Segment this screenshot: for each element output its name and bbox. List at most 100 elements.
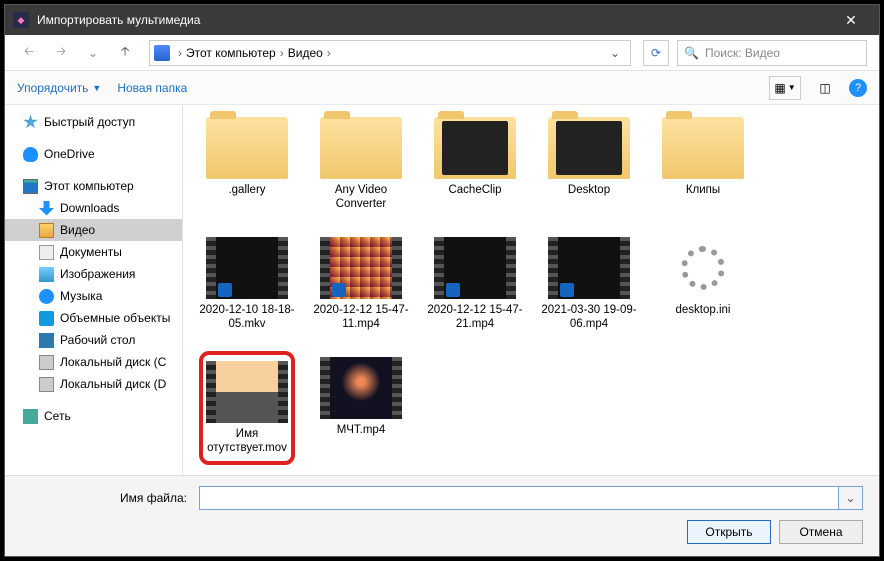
filename-input[interactable] <box>199 486 839 510</box>
file-name: 2020-12-12 15-47-11.mp4 <box>313 303 409 331</box>
help-button[interactable]: ? <box>849 79 867 97</box>
open-button[interactable]: Открыть <box>687 520 771 544</box>
button-row: Открыть Отмена <box>21 520 863 544</box>
file-name: CacheClip <box>448 183 501 197</box>
breadcrumb-dropdown[interactable]: ⌄ <box>604 46 626 60</box>
file-item[interactable]: Desktop <box>541 117 637 211</box>
nav-row: 🡠 🡢 ⌄ 🡡 › Этот компьютер › Видео › ⌄ ⟳ 🔍… <box>5 35 879 71</box>
sidebar-video[interactable]: Видео <box>5 219 182 241</box>
document-icon <box>39 245 54 260</box>
sidebar-network[interactable]: Сеть <box>5 405 182 427</box>
filename-dropdown[interactable]: ⌄ <box>839 486 863 510</box>
window-title: Импортировать мультимедиа <box>37 13 831 27</box>
file-name: .gallery <box>228 183 265 197</box>
file-item[interactable]: 2020-12-12 15-47-11.mp4 <box>313 237 409 331</box>
star-icon <box>23 115 38 130</box>
video-thumbnail <box>320 357 402 419</box>
breadcrumb-folder[interactable]: Видео <box>288 46 323 60</box>
file-name: 2021-03-30 19-09-06.mp4 <box>541 303 637 331</box>
file-item[interactable]: 2021-03-30 19-09-06.mp4 <box>541 237 637 331</box>
search-input[interactable]: 🔍 Поиск: Видео <box>677 40 867 66</box>
video-icon <box>39 223 54 238</box>
folder-icon <box>320 117 402 179</box>
download-icon <box>39 201 54 216</box>
file-name: МЧТ.mp4 <box>337 423 385 437</box>
folder-icon <box>548 117 630 179</box>
desktop-icon <box>39 333 54 348</box>
file-name: desktop.ini <box>676 303 731 317</box>
folder-icon <box>434 117 516 179</box>
file-item[interactable]: Клипы <box>655 117 751 211</box>
file-name: Клипы <box>686 183 720 197</box>
file-item[interactable]: .gallery <box>199 117 295 211</box>
file-name: Имя отутствует.mov <box>207 427 287 455</box>
preview-pane-button[interactable]: ◫ <box>809 76 841 100</box>
video-thumbnail <box>434 237 516 299</box>
footer: Имя файла: ⌄ Открыть Отмена <box>5 475 879 556</box>
file-item[interactable]: CacheClip <box>427 117 523 211</box>
file-name: Desktop <box>568 183 610 197</box>
file-name: Any Video Converter <box>313 183 409 211</box>
video-thumbnail <box>206 361 288 423</box>
video-folder-icon <box>154 45 170 61</box>
chevron-right-icon: › <box>174 46 186 60</box>
video-thumbnail <box>320 237 402 299</box>
file-item[interactable]: 2020-12-12 15-47-21.mp4 <box>427 237 523 331</box>
video-thumbnail <box>206 237 288 299</box>
disk-icon <box>39 377 54 392</box>
sidebar-disk-c[interactable]: Локальный диск (C <box>5 351 182 373</box>
file-item[interactable]: desktop.ini <box>655 237 751 331</box>
sidebar-quick-access[interactable]: Быстрый доступ <box>5 111 182 133</box>
chevron-right-icon: › <box>323 46 335 60</box>
sidebar-disk-d[interactable]: Локальный диск (D <box>5 373 182 395</box>
cloud-icon <box>23 147 38 162</box>
file-dialog: ◆ Импортировать мультимедиа ✕ 🡠 🡢 ⌄ 🡡 › … <box>4 4 880 557</box>
titlebar: ◆ Импортировать мультимедиа ✕ <box>5 5 879 35</box>
file-grid[interactable]: .gallery Any Video Converter CacheClip Desk… <box>183 105 879 475</box>
chevron-down-icon: ▼ <box>92 83 101 93</box>
new-folder-button[interactable]: Новая папка <box>117 81 187 95</box>
gear-icon <box>662 237 744 299</box>
folder-icon <box>662 117 744 179</box>
organize-button[interactable]: Упорядочить ▼ <box>17 81 101 95</box>
folder-icon <box>206 117 288 179</box>
forward-button[interactable]: 🡢 <box>49 41 73 65</box>
view-mode-button[interactable]: ▦ ▼ <box>769 76 801 100</box>
image-icon <box>39 267 54 282</box>
back-button[interactable]: 🡠 <box>17 41 41 65</box>
app-icon: ◆ <box>13 12 29 28</box>
music-icon <box>39 289 54 304</box>
up-button[interactable]: 🡡 <box>113 41 137 65</box>
sidebar-desktop[interactable]: Рабочий стол <box>5 329 182 351</box>
refresh-button[interactable]: ⟳ <box>643 40 669 66</box>
network-icon <box>23 409 38 424</box>
toolbar: Упорядочить ▼ Новая папка ▦ ▼ ◫ ? <box>5 71 879 105</box>
search-placeholder: Поиск: Видео <box>705 46 780 60</box>
sidebar-onedrive[interactable]: OneDrive <box>5 143 182 165</box>
file-item[interactable]: 2020-12-10 18-18-05.mkv <box>199 237 295 331</box>
video-thumbnail <box>548 237 630 299</box>
filename-label: Имя файла: <box>21 491 191 505</box>
sidebar-this-pc[interactable]: Этот компьютер <box>5 175 182 197</box>
recent-dropdown[interactable]: ⌄ <box>81 41 105 65</box>
breadcrumb[interactable]: › Этот компьютер › Видео › ⌄ <box>149 40 631 66</box>
sidebar-images[interactable]: Изображения <box>5 263 182 285</box>
close-button[interactable]: ✕ <box>831 12 871 29</box>
file-name: 2020-12-10 18-18-05.mkv <box>199 303 295 331</box>
file-item[interactable]: МЧТ.mp4 <box>313 357 409 465</box>
sidebar-documents[interactable]: Документы <box>5 241 182 263</box>
file-item[interactable]: Any Video Converter <box>313 117 409 211</box>
breadcrumb-root[interactable]: Этот компьютер <box>186 46 276 60</box>
sidebar-downloads[interactable]: Downloads <box>5 197 182 219</box>
dialog-body: Быстрый доступ OneDrive Этот компьютер D… <box>5 105 879 475</box>
chevron-right-icon: › <box>276 46 288 60</box>
pc-icon <box>23 179 38 194</box>
disk-icon <box>39 355 54 370</box>
sidebar: Быстрый доступ OneDrive Этот компьютер D… <box>5 105 183 475</box>
filename-row: Имя файла: ⌄ <box>21 486 863 510</box>
sidebar-3d-objects[interactable]: Объемные объекты <box>5 307 182 329</box>
file-item[interactable]: Имя отутствует.mov <box>199 351 295 465</box>
cancel-button[interactable]: Отмена <box>779 520 863 544</box>
search-icon: 🔍 <box>684 46 699 60</box>
sidebar-music[interactable]: Музыка <box>5 285 182 307</box>
